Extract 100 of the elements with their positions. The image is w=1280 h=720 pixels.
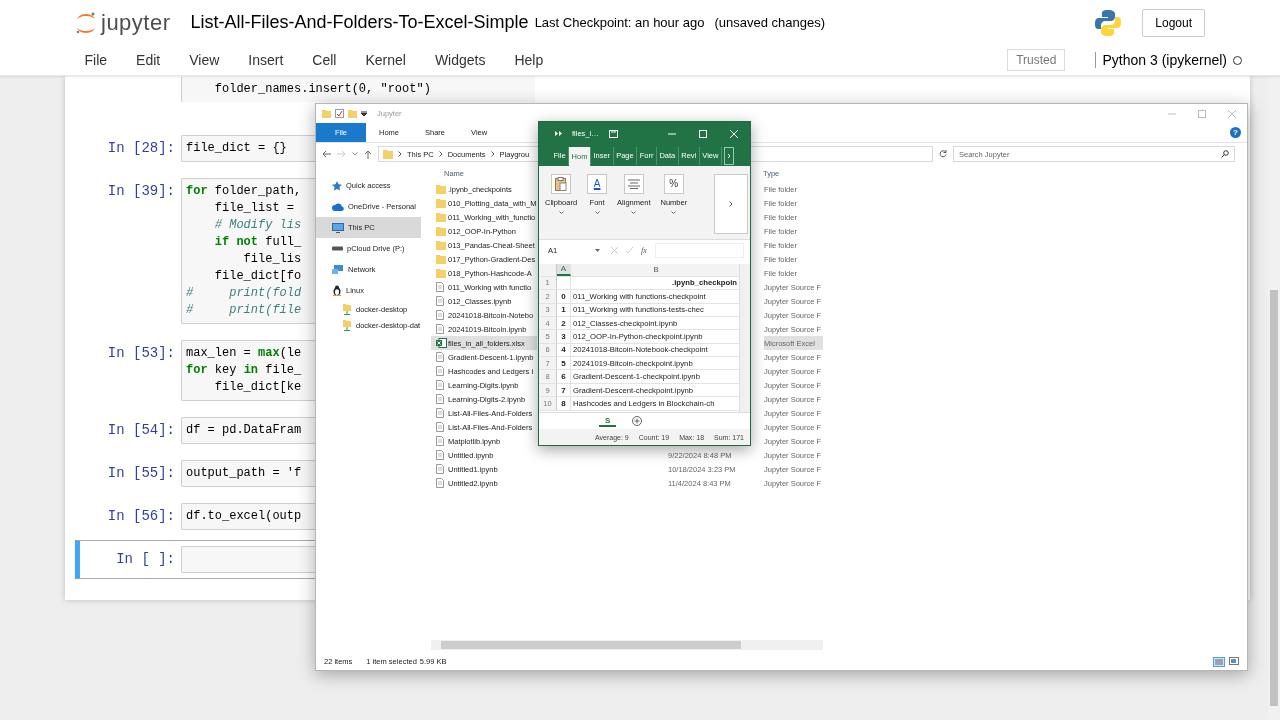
back-arrow-icon[interactable] — [322, 150, 331, 158]
code-input[interactable]: file_dict = {} — [181, 135, 315, 162]
document-icon — [436, 408, 444, 418]
document-icon — [436, 394, 444, 404]
document-icon — [436, 450, 444, 460]
insert-function-button[interactable]: fx — [641, 246, 647, 256]
table-cell: 8 — [561, 398, 566, 408]
network-folder-icon — [342, 319, 352, 331]
table-cell: 4 — [561, 345, 566, 355]
caret-icon — [558, 210, 564, 214]
checkpoint-status: Last Checkpoint: an hour ago — [534, 15, 705, 30]
caret-icon — [671, 210, 677, 214]
code-line: file_lis — [242, 251, 302, 268]
more-tabs-icon[interactable] — [723, 146, 734, 165]
caret-icon — [595, 249, 600, 253]
logout-button[interactable]: Logout — [1142, 8, 1205, 37]
drive-icon — [332, 246, 343, 251]
menu-item[interactable]: Cell — [297, 46, 351, 74]
sheet-tab[interactable]: S — [599, 415, 617, 427]
code-line: file_dict[fo — [213, 268, 302, 285]
up-arrow-icon[interactable] — [364, 149, 372, 159]
kernel-name[interactable]: Python 3 (ipykernel) — [1095, 52, 1227, 68]
document-icon — [436, 478, 444, 488]
menu-item[interactable]: Kernel — [350, 46, 421, 74]
cell-prompt: In [ ]: — [116, 551, 175, 567]
selected-cell[interactable]: In [ ]: — [75, 540, 315, 579]
chevron-icon[interactable] — [729, 200, 733, 207]
menu-item[interactable]: Edit — [121, 46, 175, 74]
add-sheet-icon[interactable] — [632, 416, 643, 426]
notebook-title[interactable]: List-All-Files-And-Folders-To-Excel-Simple — [190, 12, 529, 33]
chevron-icon — [438, 151, 443, 157]
document-icon — [436, 324, 444, 334]
column-header[interactable]: A — [557, 263, 571, 276]
code-line: df.to_excel(outp — [186, 508, 302, 525]
code-line: output_path = 'f — [186, 465, 302, 482]
menu-item[interactable]: View — [174, 46, 234, 74]
code-input[interactable]: df = pd.DataFram — [181, 417, 315, 444]
percent-icon: % — [663, 173, 684, 194]
document-icon — [436, 310, 444, 320]
folder-icon — [322, 109, 331, 118]
cell-prompt: In [54]: — [107, 422, 175, 438]
notebook-cell[interactable]: In [53]: max_len = max(le for key in file_ file_dict[ke — [75, 334, 315, 407]
notebook-cell[interactable]: folder_names.insert(0, "root") — [75, 76, 535, 99]
notebook-cell[interactable]: In [39]: for folder_path, file_list = # Modify lis if not full_ file_lis file_dict[fo # print(fold # print(file — [75, 172, 315, 330]
refresh-icon[interactable] — [939, 150, 947, 158]
notebook-cell[interactable]: In [55]: output_path = 'f — [75, 454, 315, 493]
code-line: for folder_path, — [186, 183, 302, 200]
code-input[interactable]: max_len = max(le for key in file_ file_dict[ke — [181, 340, 315, 401]
notebook-cell[interactable]: In [28]: file_dict = {} — [75, 129, 315, 168]
python-logo-icon — [1094, 8, 1123, 37]
table-cell: 5 — [561, 358, 566, 368]
trusted-indicator[interactable]: Trusted — [1007, 49, 1066, 71]
double-chevron-icon[interactable] — [555, 131, 562, 137]
notebook-cell[interactable]: In [54]: df = pd.DataFram — [75, 411, 315, 450]
cell-prompt: In [28]: — [107, 140, 175, 156]
code-input[interactable]: folder_names.insert(0, "root") — [181, 76, 535, 102]
cell-prompt: In [39]: — [107, 183, 175, 199]
jupyter-logo[interactable]: jupyter — [101, 9, 171, 36]
code-input[interactable]: df.to_excel(outp — [181, 503, 315, 530]
code-input[interactable] — [181, 546, 315, 573]
code-line: for key in file_ — [186, 362, 302, 379]
ribbon-display-icon[interactable] — [608, 129, 618, 138]
document-icon — [436, 436, 444, 446]
code-line: if not full_ — [213, 234, 302, 251]
document-icon — [436, 422, 444, 432]
cancel-icon[interactable] — [611, 247, 618, 255]
document-icon — [436, 282, 444, 292]
document-icon — [436, 296, 444, 306]
code-line: file_dict[ke — [213, 379, 302, 396]
forward-arrow-icon[interactable] — [337, 150, 346, 158]
dropdown-icon[interactable] — [361, 111, 367, 116]
menu-item[interactable]: Insert — [233, 46, 298, 74]
network-icon — [332, 264, 344, 275]
code-line: df = pd.DataFram — [186, 422, 302, 439]
code-line: file_dict = {} — [186, 140, 287, 157]
network-folder-icon — [342, 303, 352, 315]
font-color-icon: A — [587, 173, 608, 194]
details-view-icon[interactable] — [1213, 656, 1225, 667]
help-icon[interactable]: ? — [1230, 127, 1241, 138]
jupyter-logo-icon — [75, 10, 97, 35]
menu-item[interactable]: File — [70, 46, 122, 74]
cell-prompt: In [55]: — [107, 465, 175, 481]
code-input[interactable]: for folder_path, file_list = # Modify lis if not full_ file_lis file_dict[fo # print(fold # print(file — [181, 178, 315, 324]
search-icon — [1221, 150, 1229, 158]
thumbnail-view-icon[interactable] — [1229, 656, 1239, 665]
document-icon — [436, 464, 444, 474]
document-icon — [436, 366, 444, 376]
table-cell: 2 — [561, 318, 566, 328]
autosave-status: (unsaved changes) — [714, 15, 826, 30]
menu-item[interactable]: Widgets — [420, 46, 500, 74]
checkmark-icon[interactable] — [335, 109, 344, 118]
horizontal-scrollbar[interactable] — [431, 640, 823, 650]
menu-item[interactable]: Help — [499, 46, 558, 74]
clipboard-icon — [551, 173, 572, 194]
code-comment: # print(file — [186, 302, 302, 319]
code-comment: # print(fold — [186, 285, 302, 302]
table-cell: 0 — [561, 291, 566, 301]
notebook-cell[interactable]: In [56]: df.to_excel(outp — [75, 497, 315, 536]
code-input[interactable]: output_path = 'f — [181, 460, 315, 487]
vertical-scrollbar[interactable] — [739, 263, 750, 412]
